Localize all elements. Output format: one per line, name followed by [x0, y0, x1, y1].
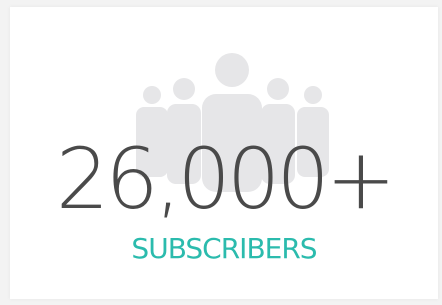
- subscribers-stat-card: 26,000+ SUBSCRIBERS: [10, 7, 438, 299]
- subscriber-count: 26,000+: [55, 130, 396, 228]
- subscribers-label: SUBSCRIBERS: [131, 232, 317, 265]
